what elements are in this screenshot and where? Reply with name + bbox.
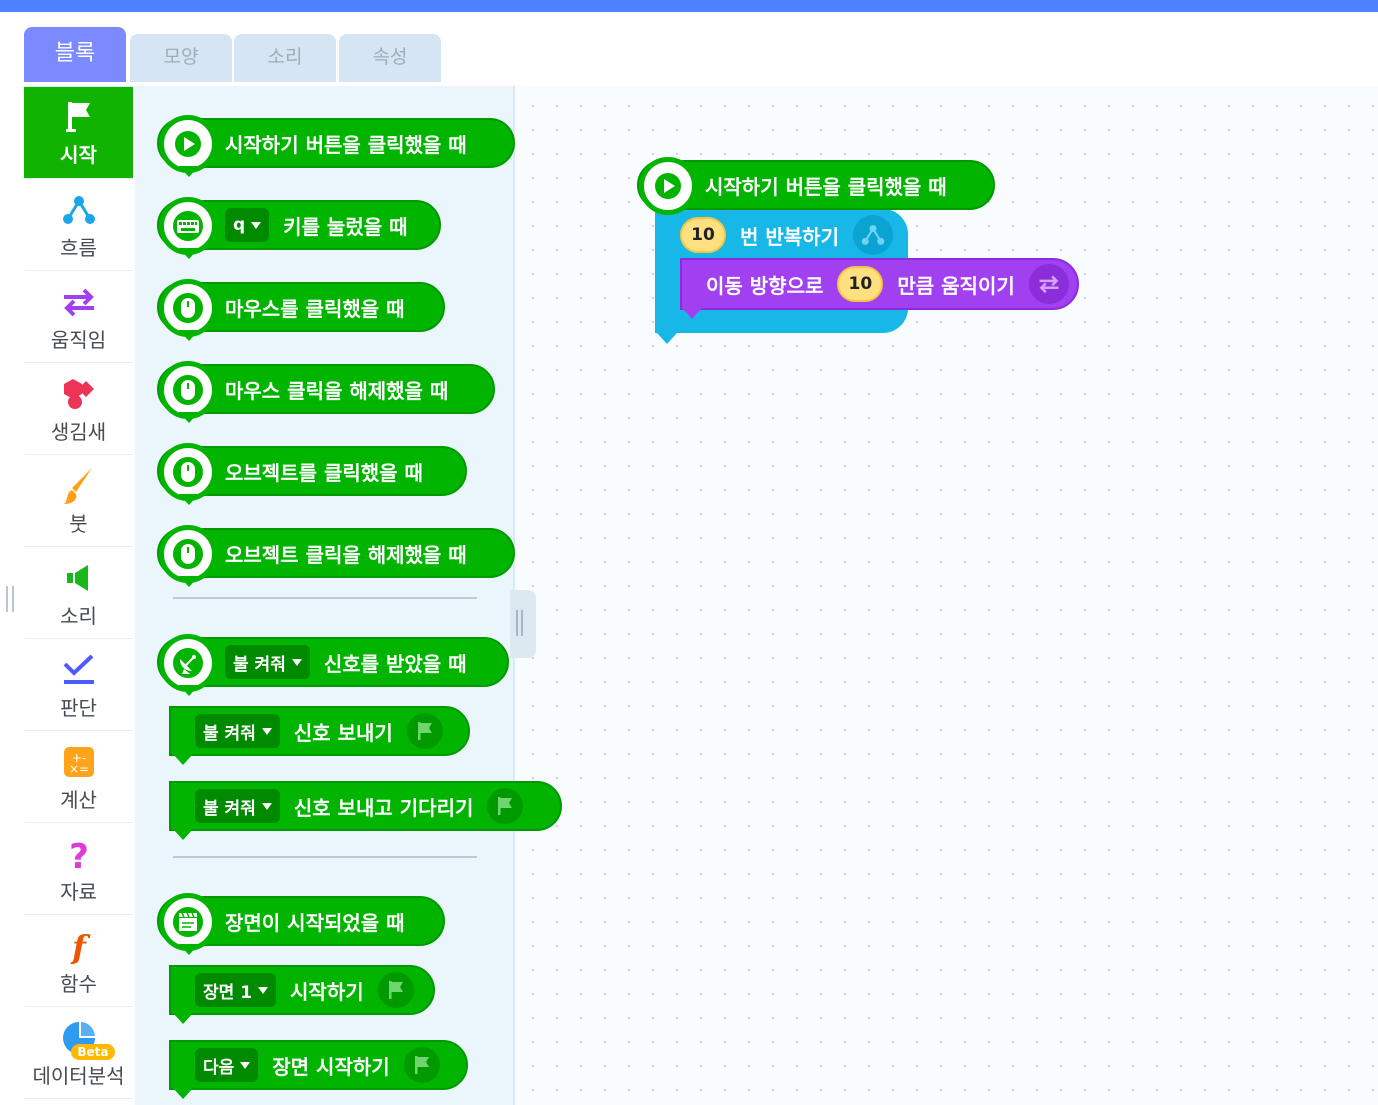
block-start-next-scene[interactable]: 다음 장면 시작하기 bbox=[169, 1040, 468, 1099]
shapes-icon bbox=[59, 374, 99, 414]
left-resize-handle[interactable] bbox=[4, 586, 16, 614]
mouse-icon bbox=[159, 443, 217, 501]
move-amount-input[interactable]: 10 bbox=[837, 266, 884, 302]
flow-icon bbox=[59, 190, 99, 230]
category-data[interactable]: ? 자료 bbox=[24, 824, 133, 915]
category-data-analysis[interactable]: Beta 데이터분석 bbox=[24, 1008, 133, 1099]
top-accent-bar bbox=[0, 0, 1378, 12]
category-function[interactable]: f 함수 bbox=[24, 916, 133, 1007]
clapperboard-icon bbox=[159, 893, 217, 951]
block-when-mouse-released[interactable]: 마우스 클릭을 해제했을 때 bbox=[157, 361, 495, 423]
svg-text:f: f bbox=[70, 928, 91, 964]
mouse-icon bbox=[159, 279, 217, 337]
block-when-start-clicked[interactable]: 시작하기 버튼을 클릭했을 때 bbox=[157, 115, 515, 177]
mouse-icon bbox=[159, 361, 217, 419]
signal-dropdown[interactable]: 불 켜줘 bbox=[195, 714, 280, 748]
category-calculate[interactable]: +- ×= 계산 bbox=[24, 732, 133, 823]
move-block[interactable]: 이동 방향으로 10 만큼 움직이기 bbox=[680, 258, 1079, 319]
chevron-down-icon bbox=[251, 221, 262, 229]
block-when-mouse-clicked[interactable]: 마우스를 클릭했을 때 bbox=[157, 279, 445, 341]
flag-icon bbox=[487, 788, 524, 824]
block-when-scene-started[interactable]: 장면이 시작되었을 때 bbox=[157, 893, 445, 955]
tab-blocks[interactable]: 블록 bbox=[24, 27, 126, 82]
key-dropdown[interactable]: q bbox=[225, 208, 270, 242]
speaker-icon bbox=[59, 558, 99, 598]
chevron-down-icon bbox=[261, 802, 272, 810]
category-sound[interactable]: 소리 bbox=[24, 548, 133, 639]
block-when-object-clicked[interactable]: 오브젝트를 클릭했을 때 bbox=[157, 443, 467, 505]
flag-icon bbox=[406, 713, 443, 749]
scene-dropdown[interactable]: 장면 1 bbox=[195, 973, 277, 1007]
flag-icon bbox=[377, 972, 414, 1008]
function-icon: f bbox=[59, 926, 99, 966]
chevron-down-icon bbox=[261, 727, 272, 735]
move-arrows-icon bbox=[1028, 264, 1069, 304]
block-when-signal-received[interactable]: 불 켜줘 신호를 받았을 때 bbox=[157, 634, 509, 696]
play-icon bbox=[639, 157, 697, 215]
scene-dropdown[interactable]: 다음 bbox=[195, 1048, 259, 1082]
move-arrows-icon bbox=[59, 282, 99, 322]
repeat-block-header: 10 번 반복하기 bbox=[680, 213, 893, 257]
svg-text:×=: ×= bbox=[68, 762, 88, 776]
category-start[interactable]: 시작 bbox=[24, 87, 133, 179]
flag-icon bbox=[59, 97, 99, 137]
chevron-down-icon bbox=[240, 1061, 251, 1069]
question-icon: ? bbox=[59, 834, 99, 874]
tab-shapes[interactable]: 모양 bbox=[130, 34, 232, 82]
chevron-down-icon bbox=[258, 986, 269, 994]
play-icon bbox=[159, 115, 217, 173]
move-block-notch bbox=[682, 308, 702, 319]
satellite-dish-icon bbox=[159, 634, 217, 692]
block-send-signal[interactable]: 불 켜줘 신호 보내기 bbox=[169, 706, 470, 765]
brush-icon bbox=[59, 466, 99, 506]
pie-chart-icon: Beta bbox=[47, 1018, 115, 1060]
tab-sounds[interactable]: 소리 bbox=[234, 34, 336, 82]
flag-icon bbox=[403, 1047, 440, 1083]
check-icon bbox=[59, 650, 99, 690]
palette-divider bbox=[173, 856, 477, 858]
palette-divider bbox=[173, 597, 477, 599]
chevron-down-icon bbox=[291, 658, 302, 666]
block-start-scene[interactable]: 장면 1 시작하기 bbox=[169, 965, 435, 1024]
mouse-icon bbox=[159, 525, 217, 583]
category-sidebar: 시작 흐름 움직임 생김새 붓 소리 판단 +- ×= 계산 ? 자료 f 함수… bbox=[24, 86, 133, 1105]
block-when-key-pressed[interactable]: q 키를 눌렀을 때 bbox=[157, 197, 441, 259]
beta-badge: Beta bbox=[71, 1043, 115, 1060]
palette-resize-handle[interactable] bbox=[510, 590, 536, 658]
category-movement[interactable]: 움직임 bbox=[24, 272, 133, 363]
tab-properties[interactable]: 속성 bbox=[339, 34, 441, 82]
signal-dropdown[interactable]: 불 켜줘 bbox=[225, 645, 310, 679]
repeat-block-notch bbox=[657, 333, 677, 344]
script-workspace[interactable] bbox=[515, 86, 1378, 1105]
keyboard-icon bbox=[159, 197, 217, 255]
signal-dropdown[interactable]: 불 켜줘 bbox=[195, 789, 280, 823]
category-looks[interactable]: 생김새 bbox=[24, 364, 133, 455]
category-brush[interactable]: 붓 bbox=[24, 456, 133, 547]
svg-text:?: ? bbox=[69, 837, 89, 872]
category-flow[interactable]: 흐름 bbox=[24, 180, 133, 271]
flow-icon bbox=[852, 215, 893, 255]
calculator-icon: +- ×= bbox=[59, 742, 99, 782]
block-when-object-released[interactable]: 오브젝트 클릭을 해제했을 때 bbox=[157, 525, 515, 587]
workspace-when-start-clicked[interactable]: 시작하기 버튼을 클릭했을 때 bbox=[637, 157, 995, 215]
repeat-count-input[interactable]: 10 bbox=[680, 217, 726, 253]
category-judge[interactable]: 판단 bbox=[24, 640, 133, 731]
block-send-signal-and-wait[interactable]: 불 켜줘 신호 보내고 기다리기 bbox=[169, 781, 562, 840]
